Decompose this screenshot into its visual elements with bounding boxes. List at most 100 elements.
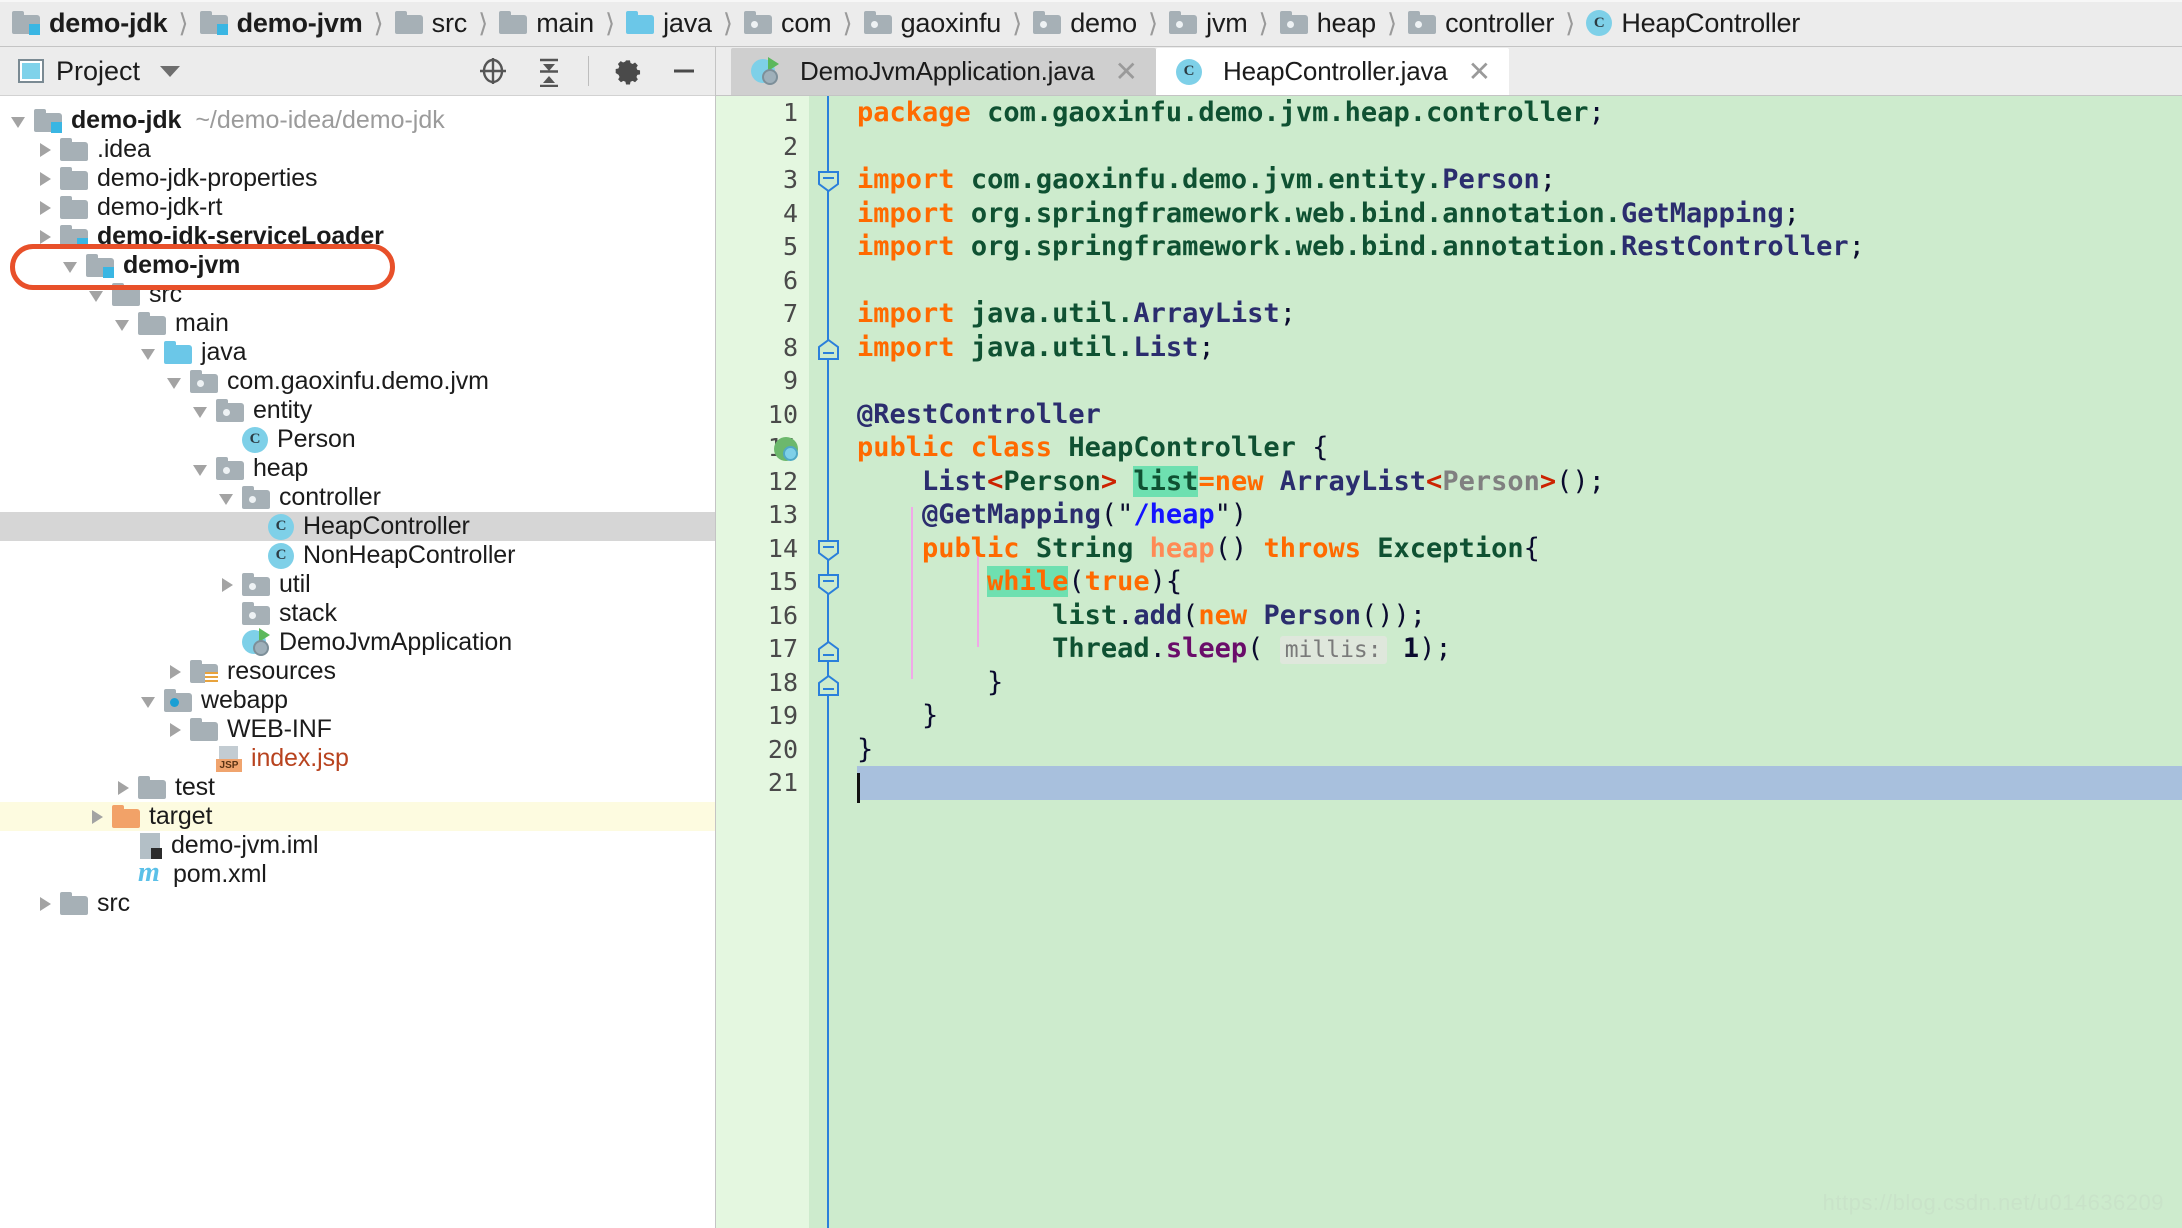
breadcrumb-item-demo-jdk[interactable]: demo-jdk xyxy=(8,0,171,46)
tree-row-demo-jdk-properties[interactable]: demo-jdk-properties xyxy=(0,164,715,193)
code-line-13[interactable]: @GetMapping("/heap") xyxy=(857,498,2182,532)
spring-bean-icon[interactable] xyxy=(774,437,802,463)
chevron-right-icon[interactable] xyxy=(34,893,56,915)
chevron-right-icon[interactable] xyxy=(216,574,238,596)
breadcrumb-item-demo[interactable]: demo xyxy=(1029,0,1141,46)
breadcrumb-item-demo-jvm[interactable]: demo-jvm xyxy=(196,0,367,46)
chevron-right-icon[interactable] xyxy=(86,806,108,828)
tree-row-util[interactable]: util xyxy=(0,570,715,599)
tree-row-heapcontroller[interactable]: C HeapController xyxy=(0,512,715,541)
tree-row-demo-jdk[interactable]: demo-jdk ~/demo-idea/demo-jdk xyxy=(0,106,715,135)
chevron-right-icon[interactable] xyxy=(34,168,56,190)
breadcrumb-item-java[interactable]: java xyxy=(622,0,716,46)
project-tool-window-title[interactable]: Project xyxy=(18,56,181,87)
editor-fold-column[interactable] xyxy=(809,96,847,1228)
tree-row-web-inf[interactable]: WEB-INF xyxy=(0,715,715,744)
minimize-icon[interactable] xyxy=(667,54,701,88)
chevron-right-icon[interactable] xyxy=(34,139,56,161)
collapse-all-icon[interactable] xyxy=(532,54,566,88)
breadcrumb-item-jvm[interactable]: jvm xyxy=(1165,0,1251,46)
tree-row-demojvmapplication[interactable]: DemoJvmApplication xyxy=(0,627,715,657)
tree-row-heap[interactable]: heap xyxy=(0,454,715,483)
code-line-7[interactable]: import java.util.ArrayList; xyxy=(857,297,2182,331)
editor-gutter[interactable]: 1 2 3 4 5 6 7 8 9 10 11 12 13 14 15 16 1 xyxy=(716,96,809,1228)
code-line-8[interactable]: import java.util.List; xyxy=(857,331,2182,365)
code-content[interactable]: package com.gaoxinfu.demo.jvm.heap.contr… xyxy=(847,96,2182,1228)
code-editor[interactable]: 1 2 3 4 5 6 7 8 9 10 11 12 13 14 15 16 1 xyxy=(716,96,2182,1228)
tree-row-demo-jvm[interactable]: demo-jvm xyxy=(0,251,715,280)
tree-row-controller[interactable]: controller xyxy=(0,483,715,512)
chevron-right-icon[interactable] xyxy=(34,226,56,248)
tree-row-webapp[interactable]: webapp xyxy=(0,686,715,715)
code-line-18[interactable]: } xyxy=(857,666,2182,700)
tree-row-stack[interactable]: stack xyxy=(0,599,715,628)
code-line-3[interactable]: import com.gaoxinfu.demo.jvm.entity.Pers… xyxy=(857,163,2182,197)
fold-marker-icon[interactable] xyxy=(817,170,840,193)
code-line-4[interactable]: import org.springframework.web.bind.anno… xyxy=(857,197,2182,231)
close-icon[interactable]: ✕ xyxy=(1115,57,1138,86)
breadcrumb-item-com[interactable]: com xyxy=(740,0,835,46)
chevron-down-icon[interactable] xyxy=(190,400,212,422)
breadcrumb-item-controller[interactable]: controller xyxy=(1404,0,1558,46)
tree-row-test[interactable]: test xyxy=(0,773,715,802)
breadcrumb-item-gaoxinfu[interactable]: gaoxinfu xyxy=(860,0,1005,46)
code-line-12[interactable]: List<Person> list=new ArrayList<Person>(… xyxy=(857,465,2182,499)
tree-row-index-jsp[interactable]: index.jsp xyxy=(0,744,715,773)
tree-row-pom-xml[interactable]: m pom.xml xyxy=(0,858,715,889)
code-line-5[interactable]: import org.springframework.web.bind.anno… xyxy=(857,230,2182,264)
chevron-right-icon[interactable] xyxy=(112,777,134,799)
tree-row-demo-jdk-serviceloader[interactable]: demo-jdk-serviceLoader xyxy=(0,222,715,251)
code-line-2[interactable] xyxy=(857,130,2182,164)
gear-icon[interactable] xyxy=(611,54,645,88)
fold-marker-icon[interactable] xyxy=(817,640,840,663)
fold-marker-icon[interactable] xyxy=(817,539,840,562)
code-line-17[interactable]: Thread.sleep( millis: 1); xyxy=(857,632,2182,666)
tab-demojvmapplication[interactable]: DemoJvmApplication.java ✕ xyxy=(731,48,1156,95)
close-icon[interactable]: ✕ xyxy=(1468,57,1491,86)
breadcrumb-item-src[interactable]: src xyxy=(391,0,471,46)
breadcrumb-item-heapcontroller[interactable]: C HeapController xyxy=(1582,0,1804,46)
tree-row-demo-jdk-rt[interactable]: demo-jdk-rt xyxy=(0,193,715,222)
code-line-20[interactable]: } xyxy=(857,733,2182,767)
chevron-right-icon[interactable] xyxy=(34,197,56,219)
code-line-16[interactable]: list.add(new Person()); xyxy=(857,599,2182,633)
code-line-14[interactable]: public String heap() throws Exception{ xyxy=(857,532,2182,566)
chevron-down-icon[interactable] xyxy=(112,313,134,335)
tree-row-entity[interactable]: entity xyxy=(0,396,715,425)
chevron-down-icon[interactable] xyxy=(86,284,108,306)
locate-target-icon[interactable] xyxy=(476,54,510,88)
code-line-10[interactable]: @RestController xyxy=(857,398,2182,432)
tree-row-package-root[interactable]: com.gaoxinfu.demo.jvm xyxy=(0,367,715,396)
fold-marker-icon[interactable] xyxy=(817,573,840,596)
project-tree[interactable]: demo-jdk ~/demo-idea/demo-jdk .idea demo… xyxy=(0,96,715,1228)
code-line-11[interactable]: public class HeapController { xyxy=(857,431,2182,465)
chevron-down-icon[interactable] xyxy=(60,255,82,277)
fold-marker-icon[interactable] xyxy=(817,338,840,361)
chevron-down-icon[interactable] xyxy=(8,110,30,132)
tree-row-person[interactable]: C Person xyxy=(0,425,715,454)
breadcrumb-item-main[interactable]: main xyxy=(495,0,598,46)
tree-row-target[interactable]: target xyxy=(0,802,715,831)
code-line-1[interactable]: package com.gaoxinfu.demo.jvm.heap.contr… xyxy=(857,96,2182,130)
tab-heapcontroller[interactable]: C HeapController.java ✕ xyxy=(1156,48,1510,95)
chevron-down-icon[interactable] xyxy=(138,342,160,364)
chevron-right-icon[interactable] xyxy=(164,661,186,683)
code-line-9[interactable] xyxy=(857,364,2182,398)
chevron-down-icon[interactable] xyxy=(216,487,238,509)
code-line-21[interactable] xyxy=(857,766,2182,800)
tree-row-demo-jvm-iml[interactable]: demo-jvm.iml xyxy=(0,831,715,860)
tree-row-resources[interactable]: resources xyxy=(0,657,715,686)
fold-marker-icon[interactable] xyxy=(817,674,840,697)
breadcrumb-item-heap[interactable]: heap xyxy=(1276,0,1380,46)
tree-row-src-main[interactable]: src xyxy=(0,280,715,309)
chevron-right-icon[interactable] xyxy=(164,719,186,741)
code-line-6[interactable] xyxy=(857,264,2182,298)
tree-row-main[interactable]: main xyxy=(0,309,715,338)
tree-row-src-bottom[interactable]: src xyxy=(0,889,715,918)
chevron-down-icon[interactable] xyxy=(138,690,160,712)
chevron-down-icon[interactable] xyxy=(164,371,186,393)
tree-row-nonheapcontroller[interactable]: C NonHeapController xyxy=(0,541,715,570)
tree-row-java[interactable]: java xyxy=(0,338,715,367)
chevron-down-icon[interactable] xyxy=(160,65,181,77)
chevron-down-icon[interactable] xyxy=(190,458,212,480)
